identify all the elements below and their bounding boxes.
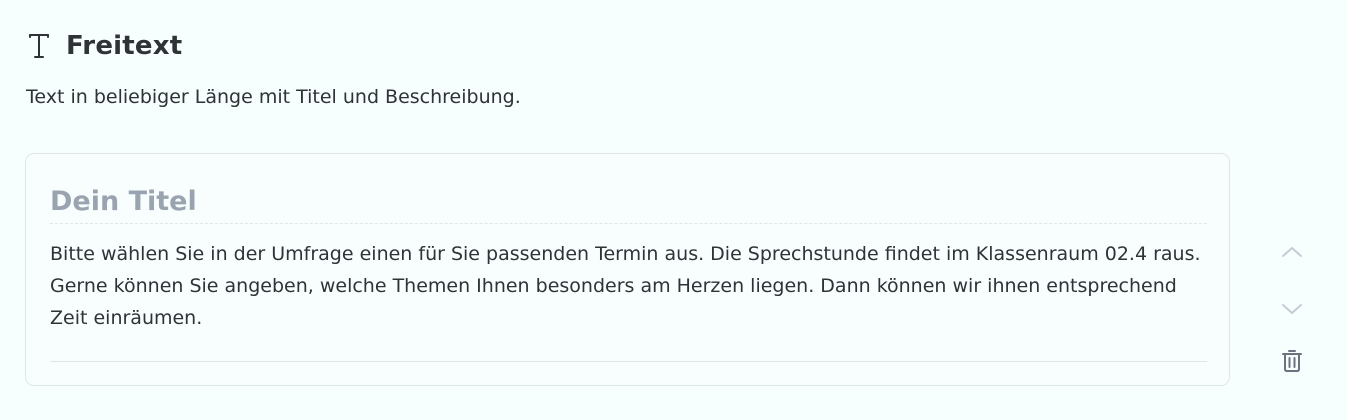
- move-up-button[interactable]: [1275, 236, 1309, 270]
- trash-icon: [1282, 349, 1302, 377]
- move-down-button[interactable]: [1275, 293, 1309, 327]
- block-header: Freitext: [26, 30, 182, 62]
- text-type-icon: [26, 30, 52, 62]
- block-description: Text in beliebiger Länge mit Titel und B…: [26, 86, 521, 108]
- chevron-down-icon: [1281, 301, 1303, 320]
- freitext-block-editor: Freitext Text in beliebiger Länge mit Ti…: [0, 0, 1347, 420]
- chevron-up-icon: [1281, 244, 1303, 263]
- title-input[interactable]: [50, 180, 1207, 224]
- block-title: Freitext: [66, 31, 183, 61]
- freitext-card: [25, 153, 1230, 386]
- description-textarea[interactable]: [50, 238, 1207, 362]
- delete-button[interactable]: [1275, 346, 1309, 380]
